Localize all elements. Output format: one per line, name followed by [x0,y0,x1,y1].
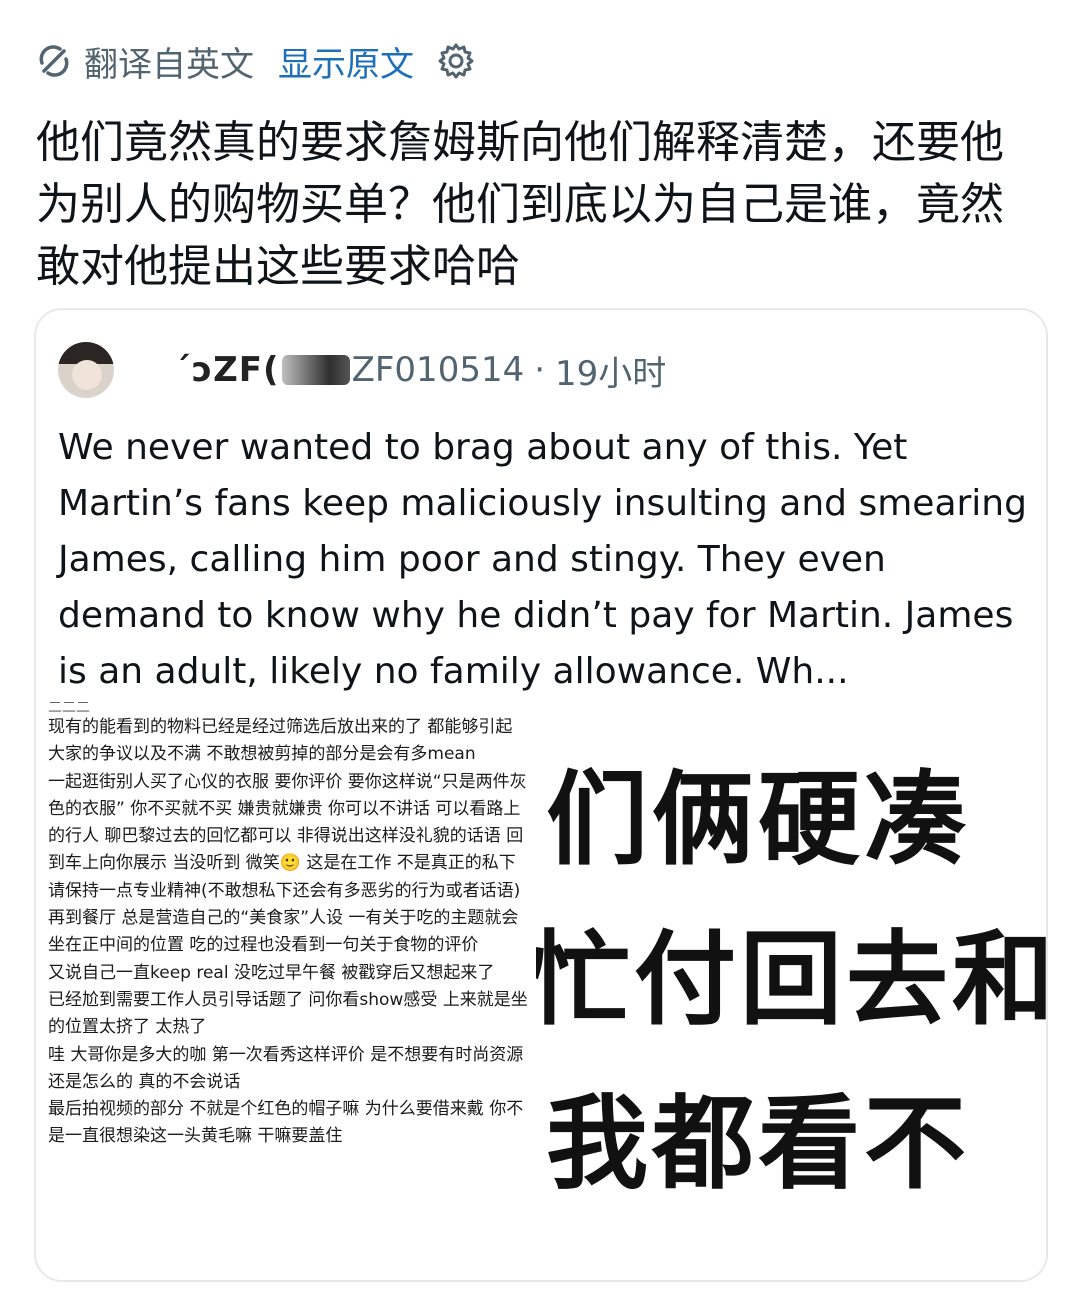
image-paragraph: 一起逛街别人买了心仪的衣服 要你评价 要你这样说“只是两件灰色的衣服” 你不买就… [48,771,527,901]
quoted-post-header: ´ɔZF( ZF010514 · 19小时 [58,340,666,400]
show-original-link[interactable]: 显示原文 [278,37,414,86]
gear-icon[interactable] [436,41,476,81]
translation-bar: 翻译自英文 显示原文 [36,37,476,86]
large-text-line: 我都看不 [546,1085,970,1204]
post-text: 他们竟然真的要求詹姆斯向他们解释清楚，还要他为别人的购物买单？他们到底以为自己是… [36,117,1004,292]
quoted-post-card[interactable]: ´ɔZF( ZF010514 · 19小时 We never wanted to… [34,308,1048,1282]
image-paragraph: 又说自己一直keep real 没吃过早午餐 被戳穿后又想起来了 [48,962,495,983]
handle-visible-start: ´ɔZF( [174,350,280,390]
image-large-text-panel: 们俩硬凑 忙付回去和 我都看不 [536,702,1046,1280]
post-timestamp[interactable]: 19小时 [555,346,666,395]
separator-dot: · [534,350,546,390]
image-text-column: 二二二 现有的能看到的物料已经是经过筛选后放出来的了 都能够引起大家的争议以及不… [48,702,528,1151]
avatar[interactable] [58,342,114,398]
user-handle[interactable]: ´ɔZF( ZF010514 · 19小时 [174,346,666,395]
translated-from-label: 翻译自英文 [84,44,254,85]
large-text-line: 忙付回去和 [536,921,1046,1040]
handle-visible-end: ZF010514 [351,350,525,390]
attached-image[interactable]: 二二二 现有的能看到的物料已经是经过筛选后放出来的了 都能够引起大家的争议以及不… [36,702,1046,1280]
large-text-line: 们俩硬凑 [546,761,970,880]
image-paragraph: 哇 大哥你是多大的咖 第一次看秀这样评价 是不想要有时尚资源还是怎么的 真的不会… [48,1044,524,1092]
image-paragraph: 已经尬到需要工作人员引导话题了 问你看show感受 上来就是坐的位置太挤了 太热… [48,989,528,1038]
translate-icon [36,43,72,79]
image-paragraph: 现有的能看到的物料已经是经过筛选后放出来的了 都能够引起大家的争议以及不满 不敢… [48,717,513,765]
avatar-face [72,360,102,390]
image-paragraph: 再到餐厅 总是营造自己的“美食家”人设 一有关于吃的主题就会坐在正中间的位置 吃… [48,908,519,956]
image-paragraph: 最后拍视频的部分 不就是个红色的帽子嘛 为什么要借来戴 你不是一直很想染这一头黄… [48,1099,524,1147]
handle-redaction-blur [281,355,350,385]
quoted-post-text: We never wanted to brag about any of thi… [58,427,1027,692]
image-truncated-top-line: 二二二 [48,702,90,714]
